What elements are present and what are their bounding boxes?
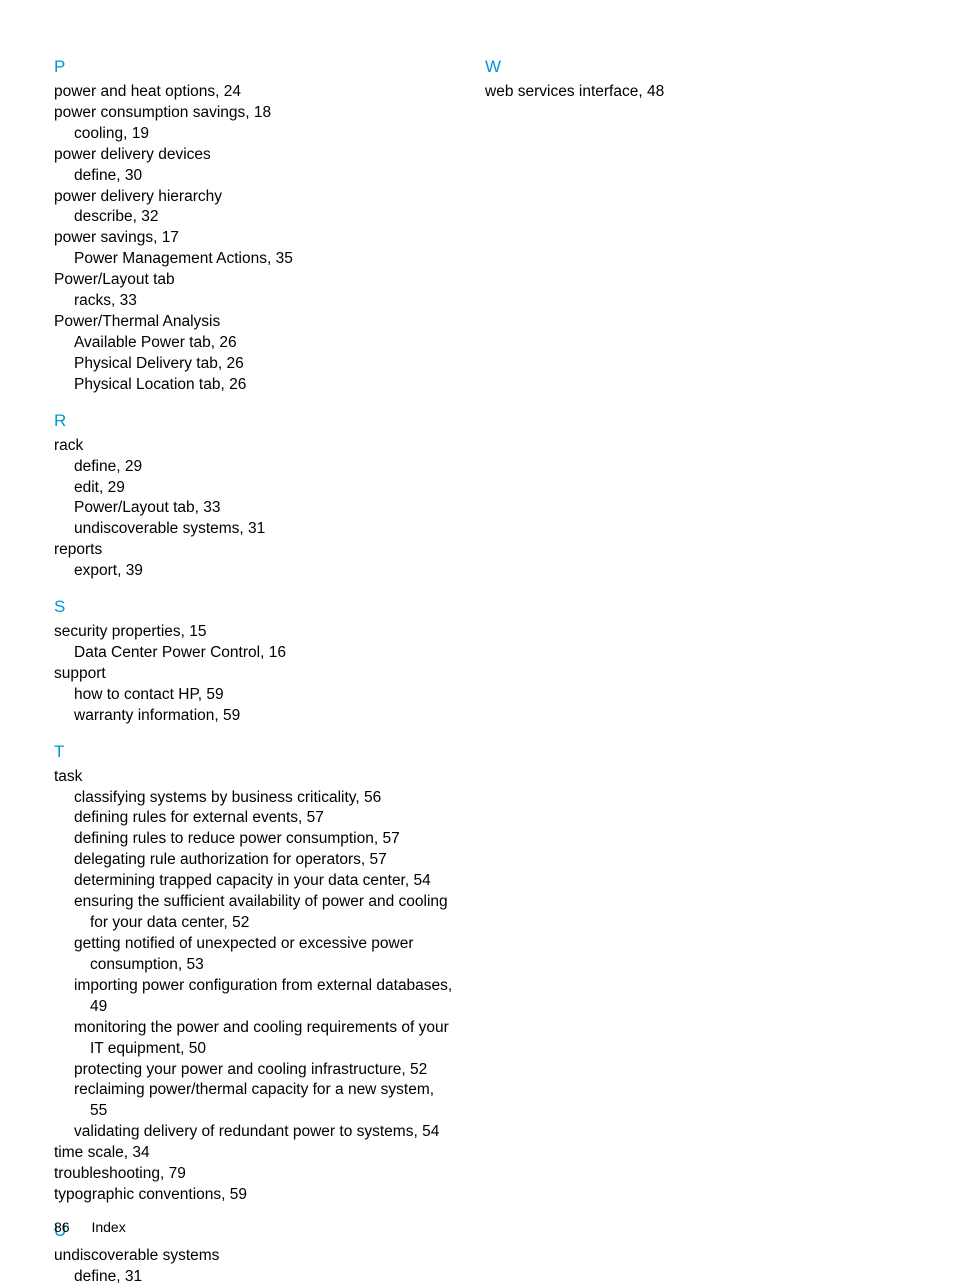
index-entry: rack <box>54 436 469 457</box>
footer-section-label: Index <box>91 1219 125 1235</box>
index-entry: Power/Layout tab <box>54 270 469 291</box>
index-entry: define, 29 <box>54 457 469 478</box>
index-entry: reclaiming power/thermal capacity for a … <box>54 1080 469 1101</box>
index-entry: Power/Thermal Analysis <box>54 312 469 333</box>
index-entry: importing power configuration from exter… <box>54 976 469 997</box>
index-letter-heading: P <box>54 56 469 79</box>
index-entry: describe, 32 <box>54 207 469 228</box>
index-entry: defining rules for external events, 57 <box>54 808 469 829</box>
index-entry: classifying systems by business critical… <box>54 788 469 809</box>
index-letter-heading: R <box>54 410 469 433</box>
index-entry: protecting your power and cooling infras… <box>54 1060 469 1081</box>
index-letter-heading: W <box>485 56 900 79</box>
index-entry: defining rules to reduce power consumpti… <box>54 829 469 850</box>
index-column-right: Wweb services interface, 48 <box>485 56 900 1288</box>
index-entry: power delivery devices <box>54 145 469 166</box>
index-entry: determining trapped capacity in your dat… <box>54 871 469 892</box>
index-entry: for your data center, 52 <box>54 913 469 934</box>
index-entry: Data Center Power Control, 16 <box>54 643 469 664</box>
index-entry: Available Power tab, 26 <box>54 333 469 354</box>
index-entry: IT equipment, 50 <box>54 1039 469 1060</box>
index-entry: 49 <box>54 997 469 1018</box>
index-entry: undiscoverable systems, 31 <box>54 519 469 540</box>
index-entry: define, 31 <box>54 1267 469 1288</box>
index-entry: support <box>54 664 469 685</box>
page-footer: 86 Index <box>54 1218 126 1237</box>
index-entry: security properties, 15 <box>54 622 469 643</box>
index-entry: power delivery hierarchy <box>54 187 469 208</box>
index-entry: export, 39 <box>54 561 469 582</box>
page-number: 86 <box>54 1219 70 1235</box>
index-entry: task <box>54 767 469 788</box>
index-entry: validating delivery of redundant power t… <box>54 1122 469 1143</box>
index-letter-heading: T <box>54 741 469 764</box>
index-column-left: Ppower and heat options, 24power consump… <box>54 56 469 1288</box>
index-entry: reports <box>54 540 469 561</box>
index-entry: Physical Delivery tab, 26 <box>54 354 469 375</box>
index-entry: undiscoverable systems <box>54 1246 469 1267</box>
index-entry: time scale, 34 <box>54 1143 469 1164</box>
index-entry: power and heat options, 24 <box>54 82 469 103</box>
index-entry: Power/Layout tab, 33 <box>54 498 469 519</box>
index-entry: cooling, 19 <box>54 124 469 145</box>
index-entry: how to contact HP, 59 <box>54 685 469 706</box>
index-entry: edit, 29 <box>54 478 469 499</box>
index-entry: consumption, 53 <box>54 955 469 976</box>
index-entry: 55 <box>54 1101 469 1122</box>
index-entry: power consumption savings, 18 <box>54 103 469 124</box>
index-entry: Power Management Actions, 35 <box>54 249 469 270</box>
index-entry: define, 30 <box>54 166 469 187</box>
index-entry: delegating rule authorization for operat… <box>54 850 469 871</box>
index-entry: racks, 33 <box>54 291 469 312</box>
index-entry: Physical Location tab, 26 <box>54 375 469 396</box>
index-entry: getting notified of unexpected or excess… <box>54 934 469 955</box>
index-entry: typographic conventions, 59 <box>54 1185 469 1206</box>
index-entry: monitoring the power and cooling require… <box>54 1018 469 1039</box>
index-entry: warranty information, 59 <box>54 706 469 727</box>
index-entry: ensuring the sufficient availability of … <box>54 892 469 913</box>
index-entry: power savings, 17 <box>54 228 469 249</box>
index-letter-heading: S <box>54 596 469 619</box>
index-entry: web services interface, 48 <box>485 82 900 103</box>
index-entry: troubleshooting, 79 <box>54 1164 469 1185</box>
